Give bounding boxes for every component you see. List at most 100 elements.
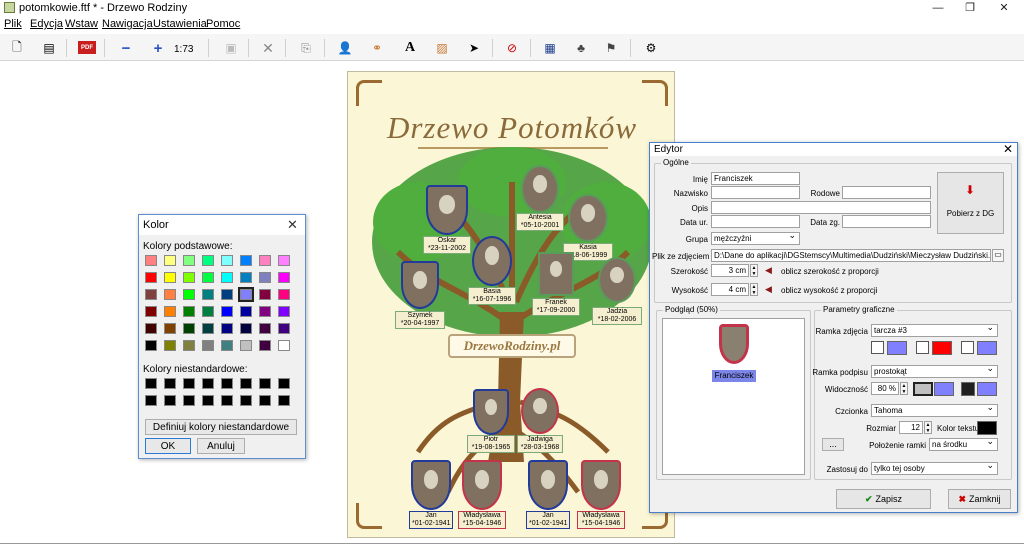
custom-color-swatch[interactable] xyxy=(183,378,195,389)
photo-frame-checkbox[interactable] xyxy=(916,341,929,354)
minimize-button[interactable]: — xyxy=(926,1,950,15)
photo-frame-color[interactable] xyxy=(887,341,907,355)
szerokosc-spinner[interactable]: ▲ ▼ xyxy=(750,264,758,277)
custom-color-swatch[interactable] xyxy=(202,378,214,389)
basic-color-swatch[interactable] xyxy=(240,255,252,266)
maximize-button[interactable]: ❐ xyxy=(958,1,982,15)
basic-color-swatch[interactable] xyxy=(278,340,290,351)
czcionka-select[interactable]: Tahoma xyxy=(871,404,998,417)
wysokosc-spinner[interactable]: ▲ ▼ xyxy=(750,283,758,296)
delete-icon[interactable]: ✕ xyxy=(260,40,276,56)
basic-color-swatch[interactable] xyxy=(183,306,195,317)
custom-color-swatch[interactable] xyxy=(259,378,271,389)
custom-color-swatch[interactable] xyxy=(240,378,252,389)
photo-frame-checkbox[interactable] xyxy=(871,341,884,354)
basic-color-swatch[interactable] xyxy=(183,340,195,351)
basic-color-swatch[interactable] xyxy=(221,323,233,334)
basic-color-swatch[interactable] xyxy=(145,289,157,300)
menu-ustawienia[interactable]: Ustawienia xyxy=(153,18,207,30)
basic-color-swatch[interactable] xyxy=(240,340,252,351)
cancel-button[interactable]: Anuluj xyxy=(197,438,245,454)
basic-color-swatch[interactable] xyxy=(221,272,233,283)
menu-pomoc[interactable]: Pomoc xyxy=(206,18,240,30)
rozmiar-spinner[interactable]: ▲ ▼ xyxy=(924,421,932,434)
basic-color-swatch[interactable] xyxy=(183,289,195,300)
pdf-export-icon[interactable]: PDF xyxy=(78,41,96,54)
tree-arrange-icon[interactable]: ⚑ xyxy=(603,40,619,56)
basic-color-swatch[interactable] xyxy=(164,289,176,300)
close-button[interactable]: ✕ xyxy=(992,1,1016,15)
basic-color-swatch[interactable] xyxy=(183,255,195,266)
caption-color[interactable] xyxy=(913,382,933,396)
zamknij-button[interactable]: ✖ Zamknij xyxy=(948,489,1011,509)
basic-color-swatch[interactable] xyxy=(278,255,290,266)
custom-color-swatch[interactable] xyxy=(202,395,214,406)
basic-color-swatch[interactable] xyxy=(164,340,176,351)
rozmiar-field[interactable]: 12 xyxy=(899,421,923,434)
basic-color-swatch[interactable] xyxy=(221,255,233,266)
ok-button[interactable]: OK xyxy=(145,438,191,454)
basic-color-swatch[interactable] xyxy=(202,255,214,266)
plik-field[interactable]: D:\Dane do aplikacji\DGStemscy\Multimedi… xyxy=(711,249,991,262)
pointer-icon[interactable]: ➤ xyxy=(466,40,482,56)
custom-color-swatch[interactable] xyxy=(145,378,157,389)
data-zg-field[interactable] xyxy=(842,215,931,228)
basic-color-swatch[interactable] xyxy=(202,289,214,300)
pobierz-z-dg-button[interactable]: ⬇ Pobierz z DG xyxy=(937,172,1004,234)
basic-color-swatch[interactable] xyxy=(278,289,290,300)
basic-color-swatch[interactable] xyxy=(240,323,252,334)
basic-color-swatch[interactable] xyxy=(240,306,252,317)
basic-color-swatch[interactable] xyxy=(259,289,271,300)
custom-color-swatch[interactable] xyxy=(240,395,252,406)
basic-color-swatch[interactable] xyxy=(278,306,290,317)
basic-color-swatch[interactable] xyxy=(145,323,157,334)
wysokosc-hint[interactable]: oblicz wysokość z proporcji xyxy=(781,286,877,295)
basic-color-swatch[interactable] xyxy=(259,340,271,351)
add-person-icon[interactable]: 👤 xyxy=(337,40,353,56)
zoom-in-icon[interactable]: + xyxy=(150,40,166,57)
grupa-select[interactable]: mężczyźni xyxy=(711,232,800,245)
basic-color-swatch[interactable] xyxy=(164,272,176,283)
basic-color-swatch[interactable] xyxy=(259,323,271,334)
basic-color-swatch[interactable] xyxy=(202,306,214,317)
basic-color-swatch[interactable] xyxy=(259,272,271,283)
szerokosc-field[interactable]: 3 cm xyxy=(711,264,749,277)
szerokosc-hint[interactable]: oblicz szerokość z proporcji xyxy=(781,267,879,276)
menu-wstaw[interactable]: Wstaw xyxy=(65,18,98,30)
basic-color-swatch[interactable] xyxy=(164,323,176,334)
basic-color-swatch[interactable] xyxy=(240,272,252,283)
close-icon[interactable]: ✕ xyxy=(287,217,298,233)
basic-color-swatch[interactable] xyxy=(202,272,214,283)
basic-color-swatch[interactable] xyxy=(278,323,290,334)
settings-gear-icon[interactable]: ⚙ xyxy=(643,40,659,56)
data-ur-field[interactable] xyxy=(711,215,800,228)
copy-disabled-icon[interactable]: ▣ xyxy=(223,40,239,56)
custom-color-swatch[interactable] xyxy=(221,378,233,389)
tree-canvas-page[interactable]: Drzewo Potomków DrzewoRodziny.pl Oskar *2… xyxy=(347,71,675,538)
basic-color-swatch[interactable] xyxy=(221,340,233,351)
widocznosc-field[interactable]: 80 % xyxy=(871,382,899,395)
caption-color[interactable] xyxy=(934,382,954,396)
menu-plik[interactable]: Plik xyxy=(4,18,22,30)
menu-edycja[interactable]: Edycja xyxy=(30,18,63,30)
custom-color-swatch[interactable] xyxy=(145,395,157,406)
basic-color-swatch[interactable] xyxy=(183,323,195,334)
basic-color-swatch[interactable] xyxy=(259,255,271,266)
tree-view-icon[interactable]: ♣ xyxy=(573,40,589,56)
layout-icon[interactable]: ▦ xyxy=(542,40,558,56)
widocznosc-spinner[interactable]: ▲ ▼ xyxy=(900,382,908,395)
basic-color-swatch[interactable] xyxy=(145,272,157,283)
more-button[interactable]: ... xyxy=(822,438,844,451)
custom-color-swatch[interactable] xyxy=(278,395,290,406)
text-color[interactable] xyxy=(977,421,997,435)
photo-frame-checkbox[interactable] xyxy=(961,341,974,354)
polozenie-select[interactable]: na środku xyxy=(929,438,998,451)
basic-color-swatch[interactable] xyxy=(278,272,290,283)
photo-frame-color[interactable] xyxy=(977,341,997,355)
basic-color-swatch[interactable] xyxy=(202,340,214,351)
rodowe-field[interactable] xyxy=(842,186,931,199)
zastosuj-select[interactable]: tylko tej osoby xyxy=(871,462,998,475)
basic-color-swatch[interactable] xyxy=(145,306,157,317)
nazwisko-field[interactable] xyxy=(711,186,800,199)
custom-color-swatch[interactable] xyxy=(164,378,176,389)
